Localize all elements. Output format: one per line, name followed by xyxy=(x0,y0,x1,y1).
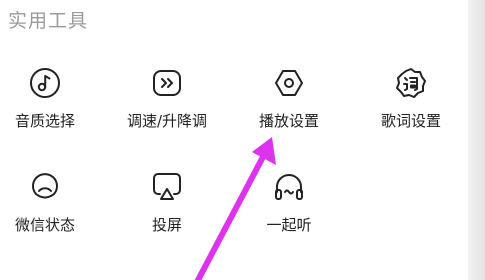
speed-forward-icon xyxy=(150,66,184,100)
tool-sound-quality[interactable]: 音质选择 xyxy=(0,66,110,146)
tool-playback-settings[interactable]: 播放设置 xyxy=(224,66,354,146)
cast-screen-icon xyxy=(150,170,184,204)
lyrics-badge-icon xyxy=(394,66,428,100)
hexagon-settings-icon xyxy=(272,66,306,100)
tool-speed-pitch[interactable]: 调速/升降调 xyxy=(102,66,232,146)
status-ring-icon xyxy=(28,170,62,204)
tool-label: 播放设置 xyxy=(258,112,319,130)
tool-lyrics-settings[interactable]: 歌词设置 xyxy=(346,66,476,146)
tool-label: 音质选择 xyxy=(14,112,75,130)
music-note-circle-icon xyxy=(28,66,62,100)
tool-label: 歌词设置 xyxy=(380,112,441,130)
tool-label: 调速/升降调 xyxy=(126,112,208,130)
tool-cast-screen[interactable]: 投屏 xyxy=(102,170,232,250)
tool-label: 微信状态 xyxy=(14,216,75,234)
tool-label: 一起听 xyxy=(266,216,312,234)
tool-listen-together[interactable]: 一起听 xyxy=(224,170,354,250)
tool-wechat-status[interactable]: 微信状态 xyxy=(0,170,110,250)
headphones-icon xyxy=(272,170,306,204)
tool-label: 投屏 xyxy=(151,216,182,234)
section-title: 实用工具 xyxy=(8,10,89,32)
